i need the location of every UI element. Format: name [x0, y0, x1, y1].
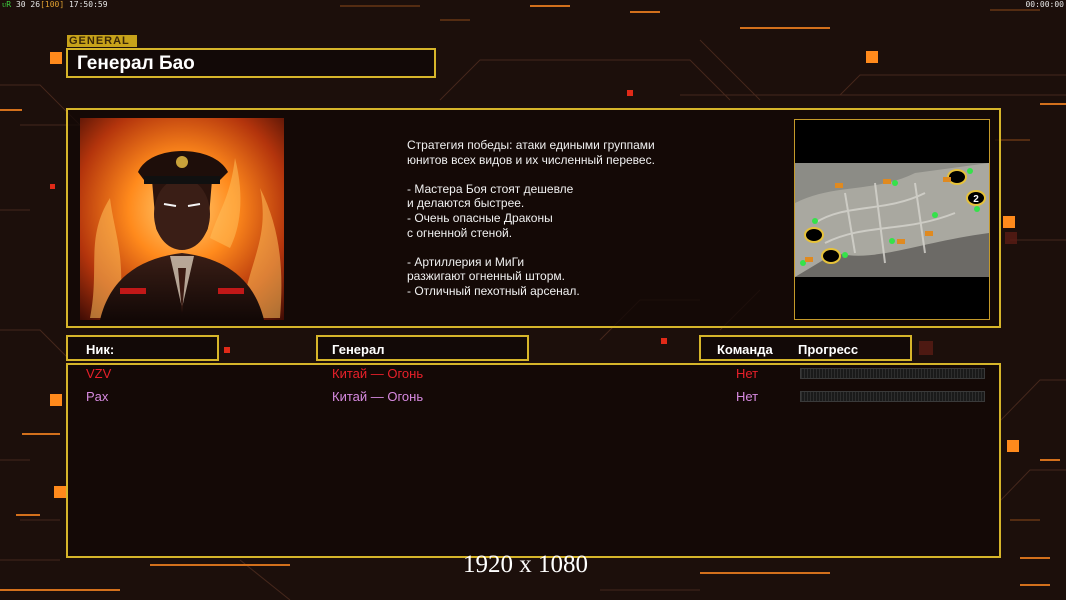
player-progress-bar [800, 368, 985, 379]
player-nick: VZV [86, 366, 112, 381]
description-line: - Отличный пехотный арсенал. [407, 283, 580, 298]
general-header-box: Генерал [316, 335, 529, 361]
hud-bracket: [100] [40, 0, 65, 9]
description-line: - Артиллерия и МиГи [407, 254, 525, 269]
nick-header: Ник: [86, 342, 115, 357]
description-line [407, 240, 727, 255]
general-portrait [80, 118, 284, 320]
player-general: Китай — Огонь [332, 366, 424, 381]
player-general: Китай — Огонь [332, 389, 424, 404]
player-row: VZV Китай — Огонь Нет [0, 366, 1066, 382]
player-team: Нет [736, 389, 759, 404]
player-team: Нет [736, 366, 759, 381]
description-line: - Мастера Боя стоят дешевле [407, 181, 574, 196]
general-title-box: Генерал Бао [66, 48, 436, 78]
nick-header-box: Ник: [66, 335, 219, 361]
general-header: Генерал [332, 342, 385, 357]
description-line: разжигают огненный шторм. [407, 269, 565, 284]
description-line: - Очень опасные Драконы [407, 210, 553, 225]
description-line: и делаются быстрее. [407, 196, 525, 211]
hud-fps: 30 [15, 0, 26, 9]
resolution-overlay: 1920 x 1080 [463, 551, 588, 578]
hud-stats: ᴜR 30 26[100] 17:50:59 [2, 0, 108, 9]
description-line: с огненной стеной. [407, 225, 513, 240]
progress-header: Прогресс [798, 342, 859, 357]
general-description: Стратегия победы: атаки едиными группами… [407, 138, 727, 299]
player-nick: Pax [86, 389, 109, 404]
team-progress-header-box: Команда Прогресс [699, 335, 912, 361]
description-line: Стратегия победы: атаки едиными группами [407, 138, 655, 152]
hud-frame: 26 [30, 0, 41, 9]
hud-clock: 17:50:59 [68, 0, 108, 9]
map-marker-label: 2 [973, 194, 979, 205]
hud-timer: 00:00:00 [1025, 0, 1064, 9]
general-title: Генерал Бао [77, 53, 195, 74]
player-row: Pax Китай — Огонь Нет [0, 389, 1066, 405]
general-section-label: GENERAL [67, 35, 137, 47]
hud-prefix: ᴜR [2, 0, 12, 9]
player-progress-bar [800, 391, 985, 402]
team-header: Команда [717, 342, 773, 357]
map-preview-frame: 2 [794, 119, 990, 320]
description-line [407, 167, 727, 182]
map-preview: 2 [795, 163, 989, 277]
description-line: юнитов всех видов и их численный перевес… [407, 152, 655, 167]
